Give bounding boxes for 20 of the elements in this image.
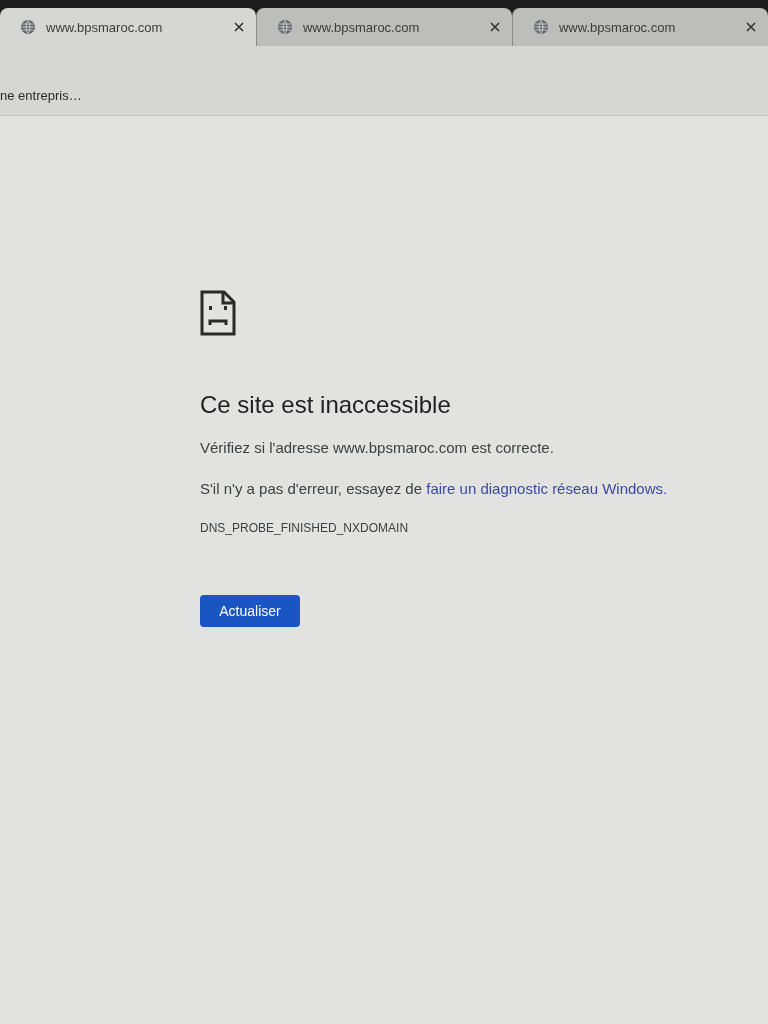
address-message: Vérifiez si l'adresse www.bpsmaroc.com est correcte. — [200, 438, 554, 458]
diagnostic-link[interactable]: faire un diagnostic réseau Windows — [426, 480, 663, 497]
globe-icon — [533, 19, 549, 35]
suggestion-text: S'il n'y a pas d'erreur, essayez de faire un diagnostic réseau Windows. — [200, 479, 668, 499]
tab-title: www.bpsmaroc.com — [302, 19, 421, 35]
tab-title: www.bpsmaroc.com — [46, 19, 164, 35]
error-code: DNS_PROBE_FINISHED_NXDOMAIN — [200, 520, 409, 536]
browser-tab[interactable]: www.bpsmaroc.com — [512, 8, 768, 46]
close-icon[interactable] — [746, 22, 756, 32]
sad-page-icon — [200, 290, 236, 336]
tab-title: www.bpsmaroc.com — [559, 19, 677, 35]
close-icon[interactable] — [490, 22, 500, 32]
reload-button[interactable]: Actualiser — [200, 595, 300, 627]
close-icon[interactable] — [233, 22, 244, 32]
globe-icon — [20, 19, 36, 35]
globe-icon — [276, 19, 293, 35]
bookmark-item[interactable]: ne entrepris… — [0, 88, 82, 103]
error-heading: Ce site est inaccessible — [200, 391, 451, 419]
browser-tab[interactable]: www.bpsmaroc.com — [0, 8, 256, 46]
browser-tab[interactable]: www.bpsmaroc.com — [255, 8, 512, 46]
